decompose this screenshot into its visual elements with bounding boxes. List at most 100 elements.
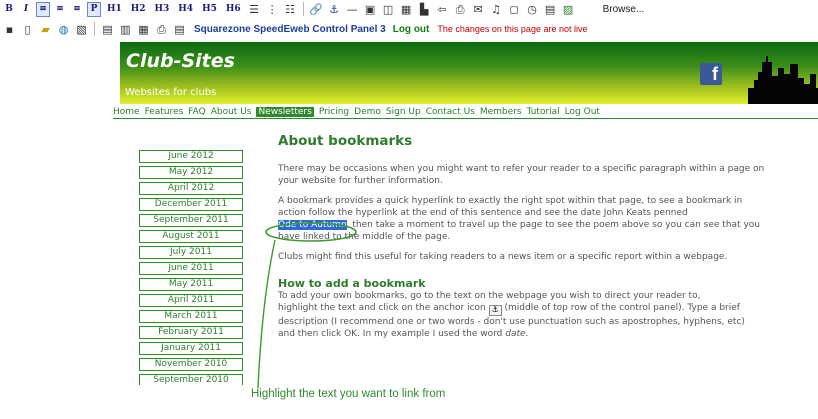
browse-button[interactable]: Browse... bbox=[603, 4, 645, 15]
nav-home[interactable]: Home bbox=[113, 107, 140, 117]
city-skyline-icon bbox=[748, 56, 818, 104]
sidebar-item-september-2011[interactable]: September 2011 bbox=[139, 214, 243, 227]
paragraph-howto-line1: To add your own bookmarks, go to the tex… bbox=[278, 291, 701, 301]
sidebar-item-may-2012[interactable]: May 2012 bbox=[139, 166, 243, 179]
sidebar-item-june-2011[interactable]: June 2011 bbox=[139, 262, 243, 275]
site-title: Club-Sites bbox=[126, 50, 235, 72]
bullet-list-icon[interactable]: ☷ bbox=[283, 2, 298, 16]
paragraph-bookmark-line3-rest: , then take a moment to travel up the pa… bbox=[346, 220, 760, 230]
paragraph-howto-line3: description (I recommend one or two word… bbox=[278, 316, 745, 327]
control-panel-title: Squarezone SpeedEweb Control Panel 3 bbox=[194, 23, 386, 35]
preview-icon[interactable]: ▧ bbox=[74, 22, 89, 36]
align-right-icon[interactable]: ≡ bbox=[70, 2, 84, 17]
paragraph-intro-line2: your website for further information. bbox=[278, 176, 443, 186]
anchor-icon[interactable]: ⚓ bbox=[327, 2, 342, 16]
facebook-icon[interactable]: f bbox=[700, 63, 722, 85]
clock-icon[interactable]: ◷ bbox=[525, 2, 540, 16]
chart-icon[interactable]: ▙ bbox=[417, 2, 432, 16]
sidebar-item-september-2010[interactable]: September 2010 bbox=[139, 374, 243, 385]
paragraph-bookmark-line4: have linked to the middle of the page. bbox=[278, 232, 451, 242]
sidebar-item-february-2011[interactable]: February 2011 bbox=[139, 326, 243, 339]
table-icon[interactable]: ◫ bbox=[381, 2, 396, 16]
sidebar-item-august-2011[interactable]: August 2011 bbox=[139, 230, 243, 243]
globe-icon[interactable]: ◍ bbox=[56, 22, 71, 36]
back-arrow-icon[interactable]: ⇦ bbox=[435, 2, 450, 16]
annotation-pointer-line bbox=[257, 239, 276, 389]
heading6-button[interactable]: H6 bbox=[223, 2, 244, 17]
link-icon[interactable]: 🔗 bbox=[309, 2, 324, 16]
paste-icon[interactable]: ▥ bbox=[118, 22, 133, 36]
heading5-button[interactable]: H5 bbox=[199, 2, 220, 17]
toolbar-separator bbox=[302, 2, 304, 16]
print-icon[interactable]: ⎙ bbox=[453, 2, 468, 16]
sidebar-item-march-2011[interactable]: March 2011 bbox=[139, 310, 243, 323]
paste-text-icon[interactable]: ▦ bbox=[136, 22, 151, 36]
site-subtitle: Websites for clubs bbox=[125, 87, 217, 98]
heading4-button[interactable]: H4 bbox=[175, 2, 196, 17]
sidebar-item-april-2012[interactable]: April 2012 bbox=[139, 182, 243, 195]
nav-faq[interactable]: FAQ bbox=[188, 107, 205, 117]
panel-icon: ▤ bbox=[174, 22, 185, 36]
copy-icon[interactable]: ▤ bbox=[100, 22, 115, 36]
box-icon[interactable]: ◻ bbox=[507, 2, 522, 16]
nav-features[interactable]: Features bbox=[145, 107, 184, 117]
nav-about-us[interactable]: About Us bbox=[211, 107, 252, 117]
paragraph-clubs: Clubs might find this useful for taking … bbox=[278, 252, 728, 262]
nav-demo[interactable]: Demo bbox=[354, 107, 381, 117]
numbered-list-icon[interactable]: ⋮ bbox=[265, 2, 280, 16]
nav-sign-up[interactable]: Sign Up bbox=[386, 107, 421, 117]
paragraph-howto-line2-post: (middle of top row of the control panel)… bbox=[504, 303, 740, 313]
content-area[interactable]: About bookmarks There may be occasions w… bbox=[278, 133, 808, 340]
image-icon[interactable]: ▣ bbox=[363, 2, 378, 16]
sidebar-item-april-2011[interactable]: April 2011 bbox=[139, 294, 243, 307]
sidebar-item-january-2011[interactable]: January 2011 bbox=[139, 342, 243, 355]
heading1-button[interactable]: H1 bbox=[104, 2, 125, 17]
nav-contact-us[interactable]: Contact Us bbox=[426, 107, 475, 117]
sidebar-item-december-2011[interactable]: December 2011 bbox=[139, 198, 243, 211]
sidebar-item-july-2011[interactable]: July 2011 bbox=[139, 246, 243, 259]
toolbar-separator bbox=[94, 22, 95, 36]
new-page-icon[interactable]: ▯ bbox=[20, 22, 35, 36]
music-icon[interactable]: ♫ bbox=[489, 2, 504, 16]
picture-icon[interactable]: ▨ bbox=[561, 2, 576, 16]
nav-pricing[interactable]: Pricing bbox=[319, 107, 349, 117]
heading3-button[interactable]: H3 bbox=[152, 2, 173, 17]
nav-log-out[interactable]: Log Out bbox=[565, 107, 600, 117]
heading2-button[interactable]: H2 bbox=[128, 2, 149, 17]
example-word: date bbox=[505, 328, 526, 339]
email-icon[interactable]: ✉ bbox=[471, 2, 486, 16]
align-left-icon[interactable]: ≡ bbox=[36, 1, 50, 17]
paragraph-howto-line2-pre: highlight the text and click on the anch… bbox=[278, 303, 486, 313]
paragraph-intro-line1: There may be occasions when you might wa… bbox=[278, 164, 765, 174]
nav-newsletters[interactable]: Newsletters bbox=[256, 107, 314, 117]
paragraph-bookmark-line1: A bookmark provides a quick hyperlink to… bbox=[278, 196, 743, 206]
sidebar-item-november-2010[interactable]: November 2010 bbox=[139, 358, 243, 371]
subheading-add-bookmark: How to add a bookmark bbox=[278, 277, 426, 290]
form-icon[interactable]: ▤ bbox=[543, 2, 558, 16]
horizontal-rule-icon[interactable]: — bbox=[345, 2, 360, 16]
bold-button[interactable]: B bbox=[2, 2, 16, 17]
nav-members[interactable]: Members bbox=[480, 107, 522, 117]
site-banner: Club-Sites Websites for clubs f bbox=[120, 42, 818, 104]
not-live-notice: The changes on this page are not live bbox=[437, 24, 588, 34]
paragraph-bookmark-line3: Ode to Autumn, then take a moment to tra… bbox=[278, 219, 808, 231]
open-folder-icon[interactable]: ▰ bbox=[38, 22, 53, 36]
anchor-icon: ⚓ bbox=[488, 304, 502, 316]
print-preview-icon[interactable]: ⎙ bbox=[154, 22, 169, 36]
sidebar-item-june-2012[interactable]: June 2012 bbox=[139, 150, 243, 163]
selected-text-ode-to-autumn[interactable]: Ode to Autumn bbox=[278, 220, 347, 230]
paragraph-howto-line4-pre: and then click OK. In my example I used … bbox=[278, 328, 503, 339]
table-grid-icon[interactable]: ▦ bbox=[399, 2, 414, 16]
justify-icon[interactable]: ☰ bbox=[247, 2, 262, 16]
nav-tutorial[interactable]: Tutorial bbox=[527, 107, 560, 117]
paragraph-howto-line4: and then click OK. In my example I used … bbox=[278, 328, 808, 340]
align-center-icon[interactable]: ≡ bbox=[53, 2, 67, 17]
paragraph-button[interactable]: P bbox=[87, 1, 101, 17]
italic-button[interactable]: I bbox=[19, 2, 33, 17]
save-icon[interactable]: ▪ bbox=[2, 22, 17, 36]
logout-link[interactable]: Log out bbox=[393, 24, 430, 35]
paragraph-howto-line4-post: . bbox=[525, 328, 529, 339]
main-nav: Home Features FAQ About Us Newsletters P… bbox=[113, 106, 818, 119]
sidebar-item-may-2011[interactable]: May 2011 bbox=[139, 278, 243, 291]
newsletter-archive-sidebar: June 2012 May 2012 April 2012 December 2… bbox=[139, 150, 243, 385]
